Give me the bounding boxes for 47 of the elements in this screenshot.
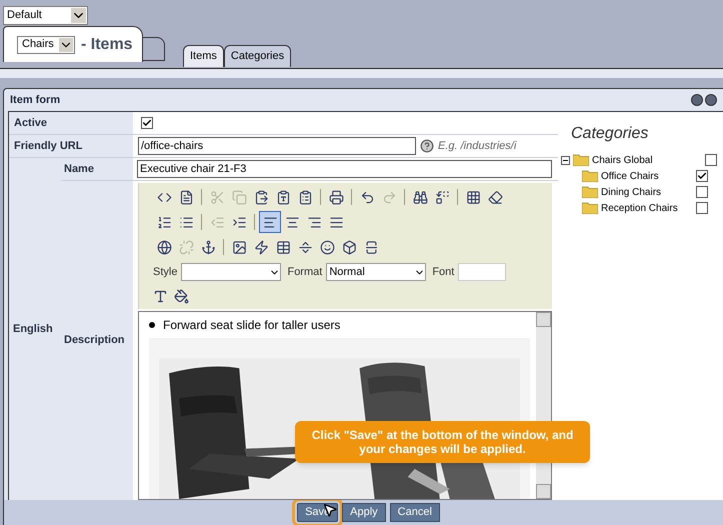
bullet-icon [149,322,155,328]
callout-tooltip: Click "Save" at the bottom of the window, and your changes will be applied. [295,421,590,463]
url-field[interactable]: /office-chairs [138,137,416,155]
collapse-icon[interactable] [561,156,570,164]
field-label: Description [64,333,125,348]
bullet-text: Forward seat slide for taller users [163,317,340,334]
text-color-icon[interactable] [153,288,168,304]
folder-icon [582,170,598,182]
style-label: Style [153,264,178,280]
tree-item[interactable]: Chairs Global [592,152,702,168]
font-label: Font [432,264,454,280]
help-icon[interactable] [420,139,434,153]
name-field[interactable]: Executive chair 21-F3 [137,160,552,178]
tab[interactable]: Items [183,45,224,67]
checkbox[interactable] [696,170,708,182]
panel-title: Item form [10,92,60,108]
checkbox[interactable] [141,117,153,129]
tab[interactable]: Categories [224,45,292,67]
field-label: Friendly URL [14,138,82,154]
tree-item[interactable]: Dining Chairs [601,184,693,200]
form-button[interactable]: Apply [342,503,386,522]
align-left-icon[interactable] [259,211,281,233]
checkbox[interactable] [696,186,708,198]
url-hint: E.g. /industries/i [438,138,516,154]
dropdown-icon [59,38,73,52]
folder-icon [573,154,589,166]
language-label: English [13,322,53,337]
form-button[interactable]: Cancel [390,503,440,522]
tree-item[interactable]: Reception Chairs [601,200,693,216]
checkbox[interactable] [696,202,708,214]
page-title: - Items [81,34,133,54]
dropdown-icon [71,8,86,23]
field-label: Active [14,116,48,131]
language-select[interactable]: Default [3,6,88,25]
categories-title: Categories [570,124,650,144]
folder-icon [582,202,598,214]
field-label: Name [64,162,94,177]
paint-bucket-icon[interactable] [174,288,189,304]
tree-item[interactable]: Office Chairs [601,168,693,184]
checkbox[interactable] [705,154,717,166]
style-select[interactable] [181,263,282,281]
folder-icon [582,186,598,198]
maximize-icon[interactable] [705,94,717,106]
format-select[interactable]: Normal [326,263,426,281]
format-label: Format [287,264,322,280]
category-select[interactable]: Chairs [17,36,75,54]
minimize-icon[interactable] [691,94,703,106]
